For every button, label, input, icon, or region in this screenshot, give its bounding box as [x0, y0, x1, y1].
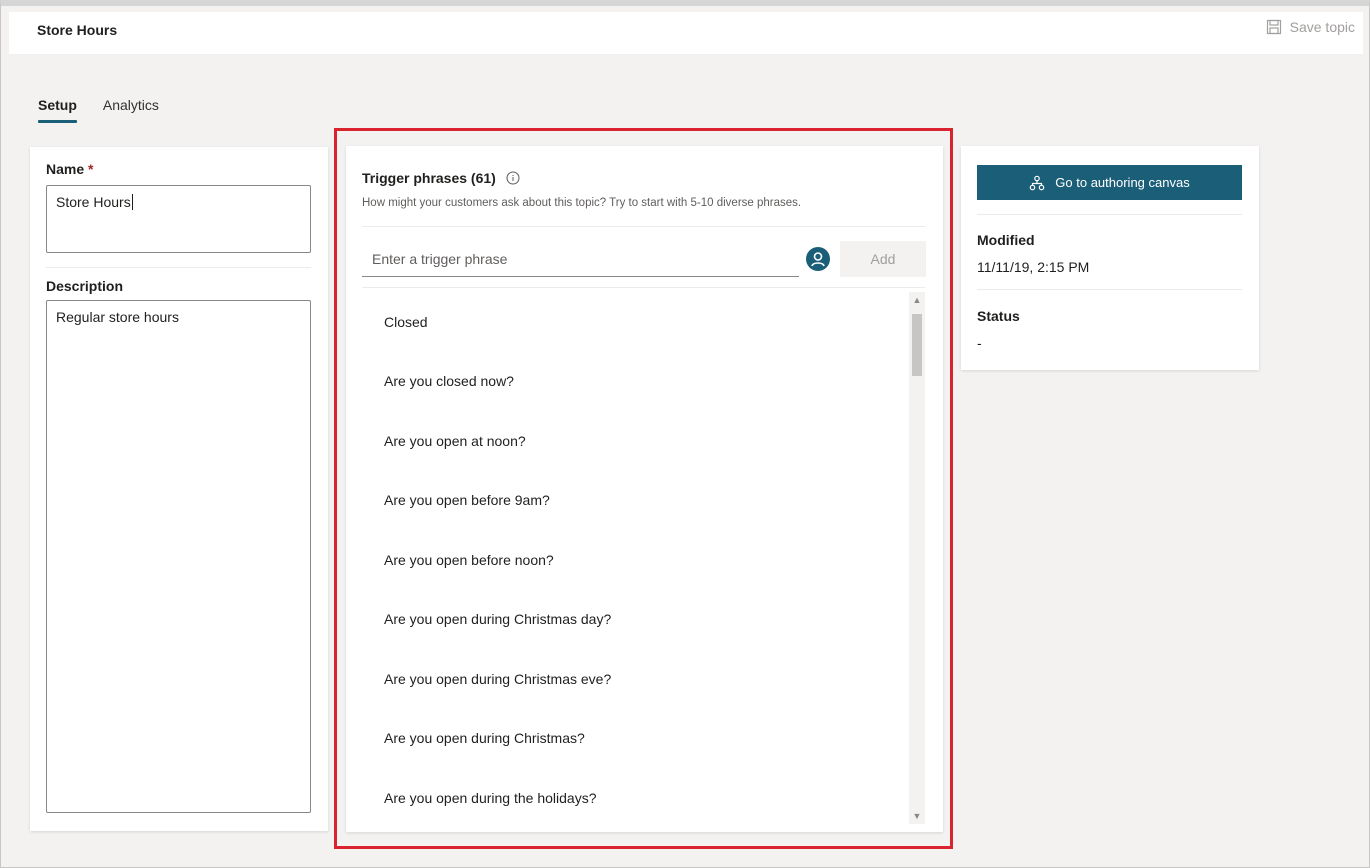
- save-topic-label: Save topic: [1289, 19, 1355, 35]
- tab-analytics[interactable]: Analytics: [103, 97, 159, 123]
- name-label: Name *: [46, 161, 93, 177]
- list-item[interactable]: Are you open at noon?: [362, 411, 925, 471]
- divider: [977, 214, 1242, 215]
- list-item[interactable]: Closed: [362, 292, 925, 352]
- topic-info-card: Go to authoring canvas Modified 11/11/19…: [961, 146, 1259, 370]
- trigger-phrase-list: Closed Are you closed now? Are you open …: [362, 292, 925, 824]
- modified-label: Modified: [977, 232, 1035, 248]
- required-mark: *: [88, 161, 94, 177]
- trigger-phrases-title: Trigger phrases (61): [362, 170, 520, 186]
- app-frame: Store Hours Save topic Setup Analytics N…: [0, 0, 1370, 868]
- divider: [362, 226, 925, 227]
- info-icon[interactable]: [506, 171, 520, 185]
- name-field-value: Store Hours: [56, 194, 131, 210]
- go-to-authoring-canvas-button[interactable]: Go to authoring canvas: [977, 165, 1242, 200]
- list-item[interactable]: Are you open during Christmas day?: [362, 590, 925, 650]
- list-item[interactable]: Are you open during the holidays?: [362, 768, 925, 824]
- divider: [362, 287, 925, 288]
- top-bar: Store Hours Save topic: [9, 12, 1363, 54]
- org-chart-icon: [1029, 175, 1045, 190]
- list-item[interactable]: Are you open before 9am?: [362, 471, 925, 531]
- status-label: Status: [977, 308, 1020, 324]
- divider: [46, 267, 311, 268]
- trigger-phrases-title-text: Trigger phrases (61): [362, 170, 496, 186]
- save-icon: [1266, 19, 1281, 35]
- trigger-phrase-input[interactable]: [362, 241, 799, 277]
- trigger-phrases-card: Trigger phrases (61) How might your cust…: [346, 146, 943, 832]
- name-label-text: Name: [46, 161, 85, 177]
- description-field-value: Regular store hours: [56, 309, 179, 325]
- list-item[interactable]: Are you open before noon?: [362, 530, 925, 590]
- phrase-list-scrollbar[interactable]: ▲ ▼: [909, 292, 925, 824]
- details-card: Name * Store Hours Description Regular s…: [30, 147, 328, 831]
- save-topic-button[interactable]: Save topic: [1266, 19, 1355, 35]
- topic-tabs: Setup Analytics: [38, 97, 159, 123]
- divider: [977, 289, 1242, 290]
- avatar-icon[interactable]: [806, 247, 830, 271]
- description-field[interactable]: Regular store hours: [46, 300, 311, 813]
- page-title: Store Hours: [37, 22, 118, 38]
- trigger-phrases-hint: How might your customers ask about this …: [362, 197, 802, 209]
- name-field[interactable]: Store Hours: [46, 185, 311, 253]
- scroll-down-arrow-icon[interactable]: ▼: [909, 808, 925, 824]
- list-item[interactable]: Are you open during Christmas eve?: [362, 649, 925, 709]
- modified-value: 11/11/19, 2:15 PM: [977, 259, 1090, 275]
- scroll-up-arrow-icon[interactable]: ▲: [909, 292, 925, 308]
- go-to-authoring-canvas-label: Go to authoring canvas: [1055, 175, 1190, 190]
- tab-setup[interactable]: Setup: [38, 97, 77, 123]
- text-cursor: [131, 194, 133, 210]
- list-item[interactable]: Are you closed now?: [362, 352, 925, 412]
- list-item[interactable]: Are you open during Christmas?: [362, 709, 925, 769]
- scroll-thumb[interactable]: [912, 314, 922, 376]
- description-label: Description: [46, 278, 124, 294]
- status-value: -: [977, 335, 982, 351]
- add-phrase-button[interactable]: Add: [840, 241, 926, 277]
